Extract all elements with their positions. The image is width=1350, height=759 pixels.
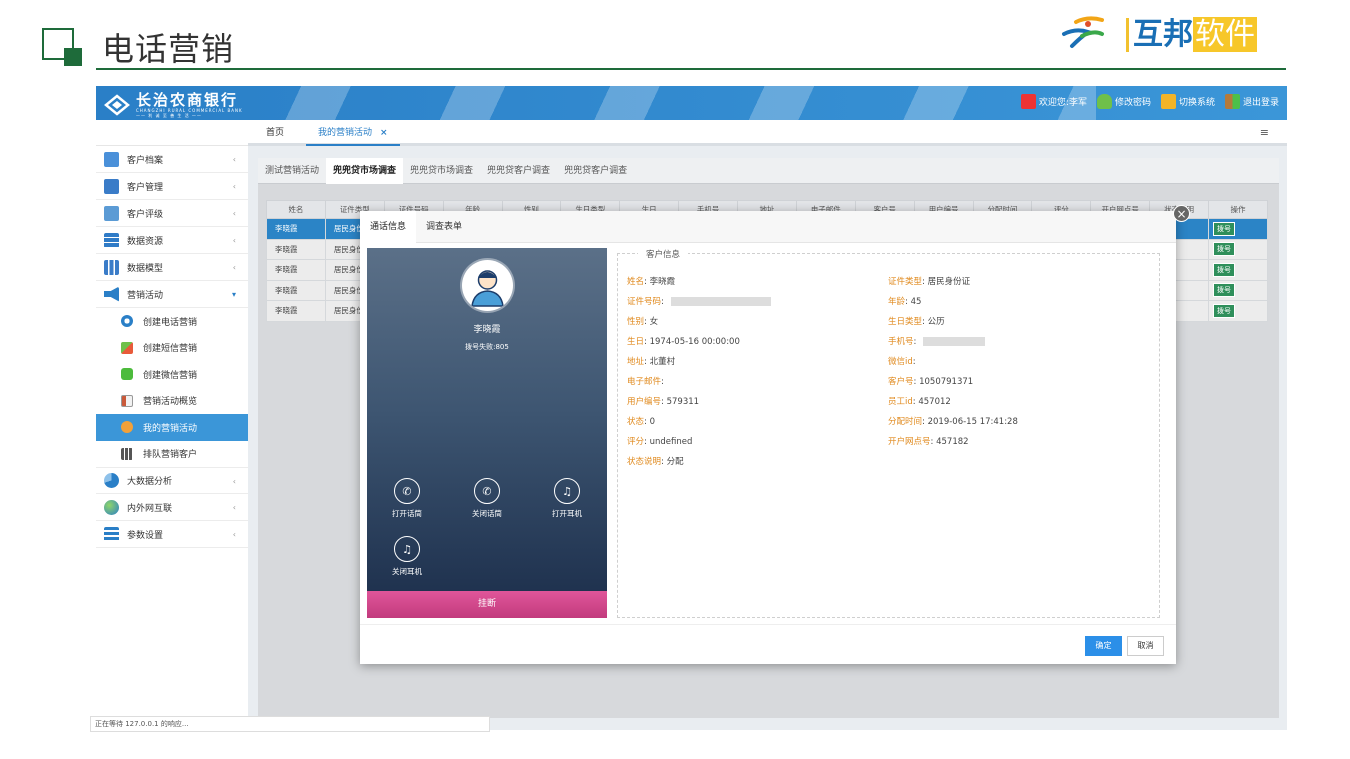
- open-headset-label: 打开耳机: [552, 509, 582, 518]
- info-label: 状态说明: [627, 457, 662, 467]
- info-value: 45: [910, 297, 922, 307]
- dialog-footer: 确定 取消: [360, 624, 1176, 664]
- info-label: 用户编号: [627, 397, 662, 407]
- brand-name-b: 软件: [1193, 17, 1257, 52]
- info-value: 分配: [666, 457, 684, 467]
- info-value: 457182: [936, 437, 969, 447]
- info-field: 姓名: 李晓霞: [627, 277, 676, 287]
- info-field: 开户网点号: 457182: [888, 437, 969, 447]
- call-dialog: 通话信息 调查表单 李晓霞 拨号失败:805 ✆ 打开话筒 ✆ 关闭话筒 ♫ 打…: [360, 211, 1176, 664]
- brand-mark-icon: [1062, 16, 1104, 48]
- info-label: 开户网点号: [888, 437, 931, 447]
- tab-survey-form[interactable]: 调查表单: [416, 211, 472, 243]
- cancel-button[interactable]: 取消: [1127, 636, 1164, 656]
- info-value: 1050791371: [919, 377, 974, 387]
- info-field: 微信id:: [888, 357, 916, 367]
- close-headset-label: 关闭耳机: [392, 567, 422, 576]
- info-value: 女: [649, 317, 659, 327]
- info-label: 微信id: [888, 357, 913, 367]
- info-label: 分配时间: [888, 417, 923, 427]
- info-field: 证件类型: 居民身份证: [888, 277, 971, 287]
- caller-name: 李晓霞: [473, 325, 501, 335]
- info-field: 评分: undefined: [627, 437, 693, 447]
- info-value: 457012: [918, 397, 951, 407]
- info-label: 年龄: [888, 297, 906, 307]
- info-label: 性别: [627, 317, 645, 327]
- info-value: 居民身份证: [927, 277, 971, 287]
- title-square-fill: [64, 48, 82, 66]
- info-label: 生日类型: [888, 317, 923, 327]
- brand-name: 互邦软件: [1126, 17, 1257, 52]
- dialog-tabs: 通话信息 调查表单: [360, 211, 1176, 243]
- info-label: 证件号码: [627, 297, 662, 307]
- info-label: 手机号: [888, 337, 914, 347]
- info-field: 分配时间: 2019-06-15 17:41:28: [888, 417, 1018, 427]
- info-label: 电子邮件: [627, 377, 662, 387]
- close-mic-label: 关闭话筒: [472, 509, 502, 518]
- info-field: 状态: 0: [627, 417, 656, 427]
- brand-name-a: 互邦: [1133, 17, 1193, 52]
- slide-divider: [96, 68, 1286, 70]
- close-headset-button[interactable]: ♫ 关闭耳机: [385, 536, 429, 577]
- modal-overlay: 通话信息 调查表单 李晓霞 拨号失败:805 ✆ 打开话筒 ✆ 关闭话筒 ♫ 打…: [96, 86, 1287, 730]
- info-value: 公历: [927, 317, 945, 327]
- info-field: 证件号码:: [627, 295, 771, 307]
- customer-info-legend: 客户信息: [638, 248, 689, 260]
- info-label: 地址: [627, 357, 645, 367]
- headset-icon: ♫: [554, 478, 580, 504]
- redacted-value: [923, 337, 986, 346]
- app-window: 长治农商银行 CHANGZHI RURAL COMMERCIAL BANK ——…: [96, 86, 1287, 730]
- info-field: 员工id: 457012: [888, 397, 951, 407]
- info-field: 手机号:: [888, 335, 986, 347]
- info-field: 性别: 女: [627, 317, 659, 327]
- close-mic-button[interactable]: ✆ 关闭话筒: [465, 478, 509, 519]
- tab-call-info[interactable]: 通话信息: [360, 211, 417, 243]
- headset-off-icon: ♫: [394, 536, 420, 562]
- info-field: 状态说明: 分配: [627, 457, 684, 467]
- open-mic-button[interactable]: ✆ 打开话筒: [385, 478, 429, 519]
- info-label: 生日: [627, 337, 645, 347]
- info-label: 客户号: [888, 377, 914, 387]
- info-label: 证件类型: [888, 277, 923, 287]
- open-mic-label: 打开话筒: [392, 509, 422, 518]
- phone-off-icon: ✆: [474, 478, 500, 504]
- info-value: 0: [649, 417, 656, 427]
- info-label: 评分: [627, 437, 645, 447]
- person-avatar-icon: [471, 270, 504, 307]
- avatar: [462, 260, 513, 311]
- info-value: undefined: [649, 437, 693, 447]
- close-dialog-icon[interactable]: ×: [1173, 205, 1190, 222]
- info-field: 生日类型: 公历: [888, 317, 945, 327]
- dial-status: 拨号失败:805: [465, 343, 509, 351]
- info-value: 1974-05-16 00:00:00: [649, 337, 740, 347]
- info-field: 用户编号: 579311: [627, 397, 700, 407]
- confirm-button[interactable]: 确定: [1085, 636, 1122, 656]
- info-field: 年龄: 45: [888, 297, 922, 307]
- call-panel: 李晓霞 拨号失败:805 ✆ 打开话筒 ✆ 关闭话筒 ♫ 打开耳机 ♫ 关闭耳机: [367, 248, 607, 618]
- customer-info: 客户信息 姓名: 李晓霞证件号码: 性别: 女生日: 1974-05-16 00…: [617, 248, 1160, 618]
- info-value: 2019-06-15 17:41:28: [927, 417, 1018, 427]
- info-label: 员工id: [888, 397, 913, 407]
- open-headset-button[interactable]: ♫ 打开耳机: [545, 478, 589, 519]
- phone-icon: ✆: [394, 478, 420, 504]
- info-label: 姓名: [627, 277, 645, 287]
- info-field: 客户号: 1050791371: [888, 377, 974, 387]
- info-label: 状态: [627, 417, 645, 427]
- info-field: 生日: 1974-05-16 00:00:00: [627, 337, 740, 347]
- slide-title-text: 电话营销: [102, 30, 235, 68]
- info-field: 地址: 北董村: [627, 357, 676, 367]
- browser-status-bar: 正在等待 127.0.0.1 的响应...: [90, 716, 490, 732]
- redacted-value: [670, 297, 771, 306]
- info-value: 北董村: [649, 357, 676, 367]
- info-value: 李晓霞: [649, 277, 676, 287]
- info-field: 电子邮件:: [627, 377, 664, 387]
- info-value: 579311: [666, 397, 700, 407]
- hangup-button[interactable]: 挂断: [367, 591, 607, 618]
